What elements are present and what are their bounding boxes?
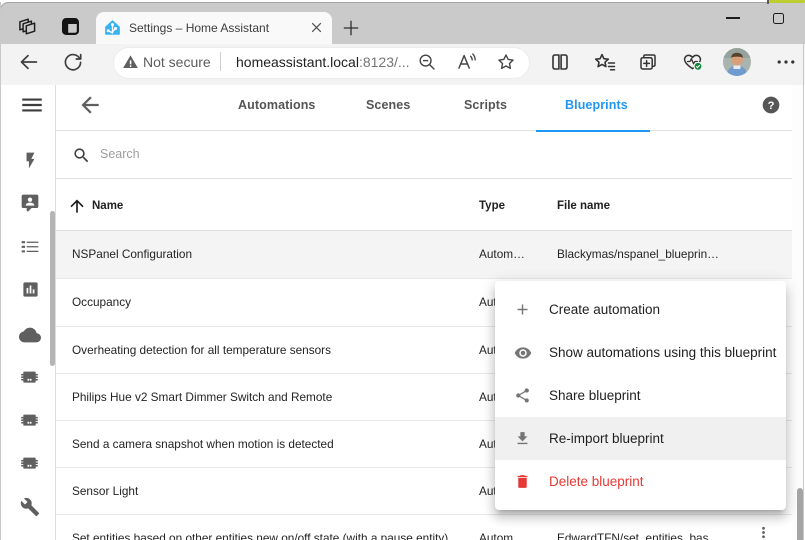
svg-text:?: ? xyxy=(768,100,775,112)
